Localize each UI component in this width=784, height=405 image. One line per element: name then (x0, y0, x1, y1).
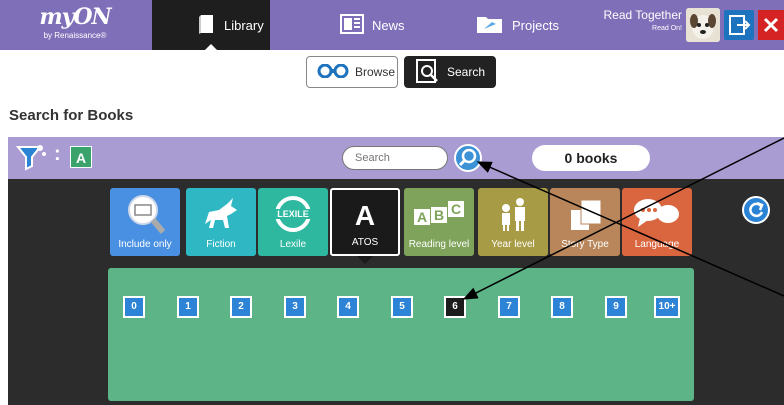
search-label: Search (447, 65, 486, 79)
folder-icon (476, 13, 504, 38)
browse-button[interactable]: Browse (306, 56, 398, 88)
level-button-8[interactable]: 8 (551, 296, 573, 318)
lexile-icon: LEXILE (258, 192, 328, 236)
dog-avatar-icon (686, 8, 720, 42)
speech-bubbles-icon (622, 192, 692, 236)
search-icon (458, 148, 477, 167)
binoculars-icon (317, 63, 349, 81)
category-story-type[interactable]: Story Type (550, 188, 620, 256)
book-icon (198, 13, 216, 38)
svg-text:B: B (434, 207, 444, 223)
avatar[interactable] (686, 8, 720, 42)
nav-tab-news[interactable]: News (340, 0, 420, 50)
category-label: Story Type (561, 239, 609, 250)
level-button-7[interactable]: 7 (498, 296, 520, 318)
category-label: Language (634, 239, 680, 250)
filter-icon[interactable] (15, 144, 46, 177)
read-together-label: Read Together (603, 8, 682, 22)
lexile-icon-text: LEXILE (277, 209, 309, 219)
search-tab-button[interactable]: Search (404, 56, 496, 88)
unicorn-icon (186, 192, 256, 236)
logo-subtext: by Renaissance® (43, 31, 107, 40)
search-submit-button[interactable] (454, 144, 482, 172)
reset-filters-button[interactable] (742, 196, 770, 224)
browse-label: Browse (355, 65, 396, 79)
nav-tab-label: Projects (512, 17, 559, 33)
category-year-level[interactable]: Year level (478, 188, 548, 256)
left-edge (0, 136, 8, 405)
sign-out-icon (729, 15, 751, 35)
category-label: Reading level (408, 239, 470, 250)
category-label: Include only (118, 239, 172, 250)
abc-blocks-icon: A B C (404, 192, 474, 236)
category-label: ATOS (351, 237, 379, 248)
category-label: Fiction (206, 239, 236, 250)
category-fiction[interactable]: Fiction (186, 188, 256, 256)
level-button-1[interactable]: 1 (177, 296, 199, 318)
atos-a-icon: A (332, 194, 398, 238)
students-icon (478, 192, 548, 236)
nav-tab-label: Library (224, 17, 264, 33)
active-filter-chip[interactable]: A (70, 146, 92, 168)
myon-logo[interactable]: myON by Renaissance® (10, 3, 140, 47)
atos-levels-panel: 0 1 2 3 4 5 6 7 8 9 10+ (108, 268, 694, 401)
level-button-5[interactable]: 5 (391, 296, 413, 318)
category-label: Lexile (279, 239, 307, 250)
atos-icon-text: A (354, 200, 376, 231)
level-button-3[interactable]: 3 (284, 296, 306, 318)
search-doc-icon (415, 58, 441, 87)
level-button-9[interactable]: 9 (605, 296, 627, 318)
category-label: Year level (491, 239, 535, 250)
refresh-icon (749, 201, 764, 218)
close-button[interactable] (758, 10, 784, 40)
close-icon (763, 17, 779, 33)
filter-separator: : (54, 143, 61, 165)
search-input[interactable] (342, 146, 448, 170)
logo-text: myON (39, 4, 111, 30)
category-lexile[interactable]: LEXILE Lexile (258, 188, 328, 256)
category-atos[interactable]: A ATOS (330, 188, 400, 264)
nav-tab-label: News (372, 17, 405, 33)
sign-out-button[interactable] (724, 10, 754, 40)
search-bar: : A 0 books (8, 137, 784, 179)
category-language[interactable]: Language (622, 188, 692, 256)
category-include-only[interactable]: Include only (110, 188, 180, 256)
filter-panel: Include only Fiction LEXILE Lexile A ATO… (8, 179, 784, 405)
nav-tab-projects[interactable]: Projects (476, 0, 576, 50)
newspaper-icon (340, 13, 364, 37)
level-button-6-selected[interactable]: 6 (444, 296, 466, 318)
level-button-2[interactable]: 2 (230, 296, 252, 318)
book-count: 0 books (532, 145, 650, 171)
category-reading-level[interactable]: A B C Reading level (404, 188, 474, 256)
svg-text:A: A (417, 209, 427, 225)
story-pages-icon (550, 192, 620, 236)
level-button-4[interactable]: 4 (337, 296, 359, 318)
read-on-label: Read On! (652, 25, 682, 32)
svg-text:C: C (451, 201, 461, 217)
magnifier-title-icon (110, 192, 180, 236)
read-together-link[interactable]: Read Together Read On! (600, 8, 682, 32)
level-button-0[interactable]: 0 (123, 296, 145, 318)
level-button-10-plus[interactable]: 10+ (654, 296, 680, 318)
nav-tab-library[interactable]: Library (152, 0, 270, 50)
top-nav: myON by Renaissance® Library News Projec… (0, 0, 784, 50)
page-title: Search for Books (9, 107, 134, 124)
